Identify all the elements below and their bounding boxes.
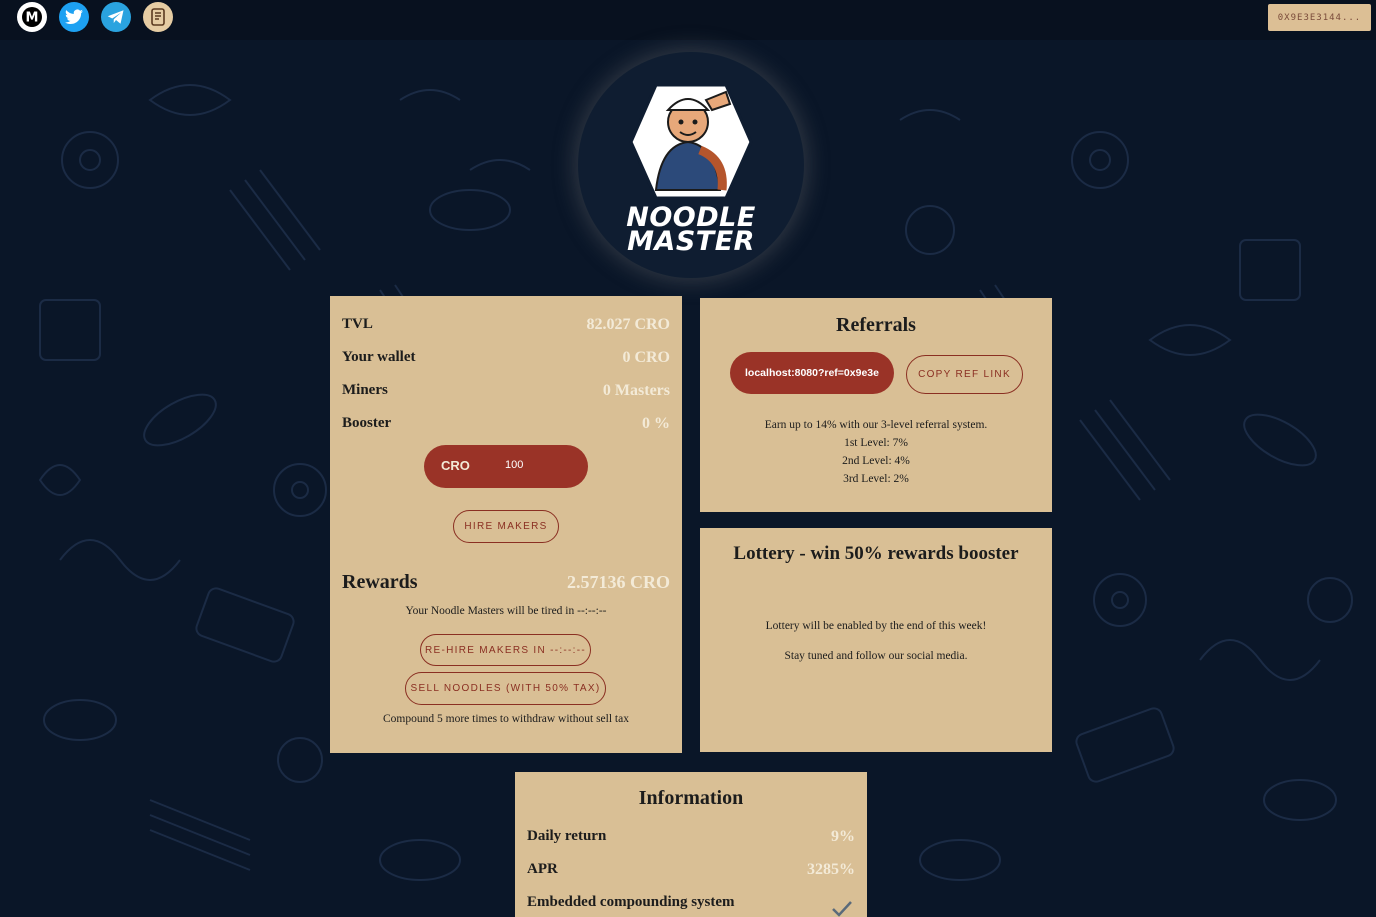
rehire-makers-button[interactable]: RE-HIRE MAKERS IN --:--:-- [420, 634, 591, 666]
stats-panel: TVL 82.027 CRO Your wallet 0 CRO Miners … [330, 296, 682, 753]
referrals-panel: Referrals localhost:8080?ref=0x9e3e COPY… [700, 298, 1052, 512]
twitter-icon[interactable] [59, 2, 89, 32]
medium-icon[interactable]: M [17, 2, 47, 32]
top-bar: M 0X9E3E3144... [0, 0, 1376, 40]
wallet-balance-value: 0 CRO [622, 349, 670, 366]
information-title: Information [638, 787, 744, 809]
chef-mascot-icon [629, 83, 753, 200]
rewards-value: 2.57136 CRO [567, 572, 670, 592]
cro-amount-input-group[interactable]: CRO 100 [424, 445, 588, 488]
lottery-status-text: Lottery will be enabled by the end of th… [765, 620, 987, 632]
hire-makers-button[interactable]: HIRE MAKERS [453, 510, 559, 543]
referral-link-text: localhost:8080?ref=0x9e3e [745, 367, 879, 379]
referral-description: Earn up to 14% with our 3-level referral… [764, 419, 988, 431]
lottery-followup-text: Stay tuned and follow our social media. [784, 650, 968, 662]
booster-label: Booster [342, 415, 392, 431]
tvl-label: TVL [342, 316, 373, 332]
miners-label: Miners [342, 382, 388, 398]
tvl-value: 82.027 CRO [586, 316, 670, 333]
booster-value: 0 % [642, 415, 670, 432]
daily-return-label: Daily return [527, 828, 607, 844]
svg-text:M: M [26, 11, 39, 26]
referrals-title: Referrals [836, 314, 916, 336]
lottery-panel: Lottery - win 50% rewards booster Lotter… [700, 528, 1052, 752]
wallet-balance-label: Your wallet [342, 349, 416, 365]
daily-return-value: 9% [831, 828, 855, 845]
lottery-title: Lottery - win 50% rewards booster [733, 543, 1019, 564]
apr-value: 3285% [807, 861, 855, 878]
checkmark-icon [832, 901, 852, 917]
wallet-address-button[interactable]: 0X9E3E3144... [1268, 4, 1371, 31]
cro-amount-input[interactable]: 100 [505, 459, 523, 471]
document-icon[interactable] [143, 2, 173, 32]
apr-label: APR [527, 861, 558, 877]
compounding-system-label: Embedded compounding system [527, 894, 735, 910]
miners-value: 0 Masters [602, 382, 670, 399]
copy-ref-link-button[interactable]: COPY REF LINK [906, 355, 1023, 394]
referral-level-1: 1st Level: 7% [844, 437, 908, 449]
referral-level-2: 2nd Level: 4% [842, 455, 910, 467]
referral-link-field[interactable]: localhost:8080?ref=0x9e3e [730, 352, 894, 394]
telegram-icon[interactable] [101, 2, 131, 32]
sell-noodles-button[interactable]: SELL NOODLES (WITH 50% TAX) [405, 672, 606, 705]
currency-label: CRO [441, 458, 470, 473]
rewards-label: Rewards [342, 571, 418, 593]
referral-level-3: 3rd Level: 2% [843, 473, 909, 485]
tired-timer-text: Your Noodle Masters will be tired in --:… [405, 605, 607, 617]
logo-text-line2: MASTER [627, 226, 755, 257]
compound-hint-text: Compound 5 more times to withdraw withou… [383, 713, 629, 725]
information-panel: Information Daily return 9% APR 3285% Em… [515, 772, 867, 917]
noodle-master-logo: NOODLE MASTER [578, 52, 804, 278]
